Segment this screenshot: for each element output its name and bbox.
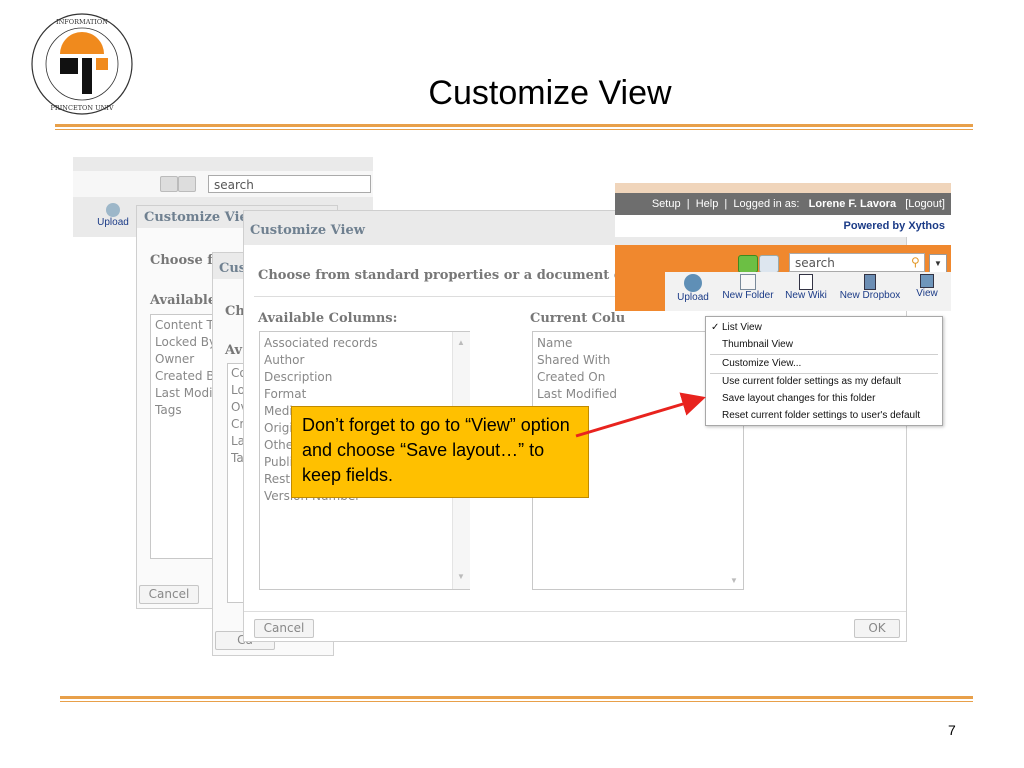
dialog-prompt: Choose fr <box>150 253 220 268</box>
upload-label: Upload <box>97 217 129 228</box>
menu-item-thumbnail-view[interactable]: Thumbnail View <box>706 336 942 353</box>
new-dropbox-button[interactable]: New Dropbox <box>837 274 903 301</box>
toolbar-label: View <box>916 288 938 299</box>
current-columns-label: Current Colu <box>530 311 626 326</box>
bottom-divider-thin <box>60 701 973 702</box>
powered-by: Powered by Xythos <box>615 215 951 237</box>
checkmark-icon: ✓ <box>711 322 720 333</box>
menu-item-customize-view[interactable]: Customize View... <box>706 355 942 372</box>
callout-arrow <box>575 392 706 438</box>
list-item[interactable]: Associated records <box>264 335 465 352</box>
user-name: Lorene F. Lavora <box>808 198 897 210</box>
refresh-icon[interactable] <box>160 176 178 192</box>
new-folder-button[interactable]: New Folder <box>719 274 777 301</box>
top-divider <box>55 124 973 127</box>
search-icon[interactable]: ⚲ <box>911 255 920 269</box>
globe-upload-icon <box>684 274 702 292</box>
app-header: Setup | Help | Logged in as: Lorene F. L… <box>615 183 951 331</box>
new-folder-icon <box>740 274 756 290</box>
new-wiki-icon <box>799 274 813 290</box>
dialog-title: Customize View <box>144 210 259 225</box>
callout-note: Don’t forget to go to “View” option and … <box>291 406 589 498</box>
ok-button[interactable]: OK <box>854 619 900 638</box>
upload-button[interactable]: Upload <box>673 274 713 303</box>
help-icon[interactable] <box>178 176 196 192</box>
list-item[interactable]: Author <box>264 352 465 369</box>
slide-title: Customize View <box>428 74 672 112</box>
user-bar: Setup | Help | Logged in as: Lorene F. L… <box>615 193 951 215</box>
dialog-title: Customize View <box>250 223 365 238</box>
new-wiki-button[interactable]: New Wiki <box>781 274 831 301</box>
upload-button[interactable]: Upload <box>93 203 133 233</box>
cancel-button[interactable]: Cancel <box>139 585 199 604</box>
logged-in-label: Logged in as: <box>733 198 800 210</box>
logout-link[interactable]: [Logout] <box>905 198 945 210</box>
help-link[interactable]: Help <box>696 198 719 210</box>
toolbar-label: New Wiki <box>785 290 827 301</box>
top-divider-thin <box>55 129 973 130</box>
scroll-up-icon[interactable]: ▲ <box>457 338 465 347</box>
scroll-down-icon[interactable]: ▼ <box>730 576 738 585</box>
globe-upload-icon <box>106 203 120 217</box>
dialog-prompt: Choose from standard properties or a doc… <box>258 268 636 283</box>
view-icon <box>920 274 934 288</box>
svg-text:INFORMATION: INFORMATION <box>56 18 108 26</box>
list-item[interactable]: Description <box>264 369 465 386</box>
toolbar-label: Upload <box>677 292 709 303</box>
page-number: 7 <box>948 722 956 738</box>
scroll-down-icon[interactable]: ▼ <box>457 572 465 581</box>
toolbar-label: New Folder <box>722 290 774 301</box>
help-icon[interactable] <box>759 255 779 273</box>
dialog-prompt: Ch <box>225 304 245 319</box>
bottom-divider <box>60 696 973 699</box>
svg-text:PRINCETON UNIV: PRINCETON UNIV <box>50 104 113 112</box>
toolbar: Upload New Folder New Wiki New Dropbox V… <box>665 272 951 311</box>
view-menu: ✓ List View Thumbnail View Customize Vie… <box>705 316 943 426</box>
cancel-button[interactable]: Cancel <box>254 619 314 638</box>
refresh-icon[interactable] <box>738 255 758 273</box>
menu-item-use-as-default[interactable]: Use current folder settings as my defaul… <box>706 373 942 390</box>
setup-link[interactable]: Setup <box>652 198 681 210</box>
available-columns-label: Available <box>150 293 217 308</box>
view-button[interactable]: View <box>909 274 945 299</box>
available-columns-label: Av <box>225 343 243 358</box>
search-input[interactable]: search <box>789 253 925 272</box>
menu-item-list-view[interactable]: ✓ List View <box>706 319 942 336</box>
menu-item-reset-settings[interactable]: Reset current folder settings to user's … <box>706 407 942 424</box>
available-columns-label: Available Columns: <box>258 311 398 326</box>
search-dropdown-icon[interactable]: ▼ <box>929 254 947 273</box>
list-item[interactable]: Format <box>264 386 465 403</box>
menu-item-save-layout[interactable]: Save layout changes for this folder <box>706 390 942 407</box>
new-dropbox-icon <box>864 274 876 290</box>
toolbar-label: New Dropbox <box>839 290 901 301</box>
list-scrollbar[interactable]: ▼ <box>726 576 742 588</box>
princeton-oit-logo: INFORMATION PRINCETON UNIV <box>31 13 133 115</box>
search-input[interactable]: search <box>208 175 371 193</box>
